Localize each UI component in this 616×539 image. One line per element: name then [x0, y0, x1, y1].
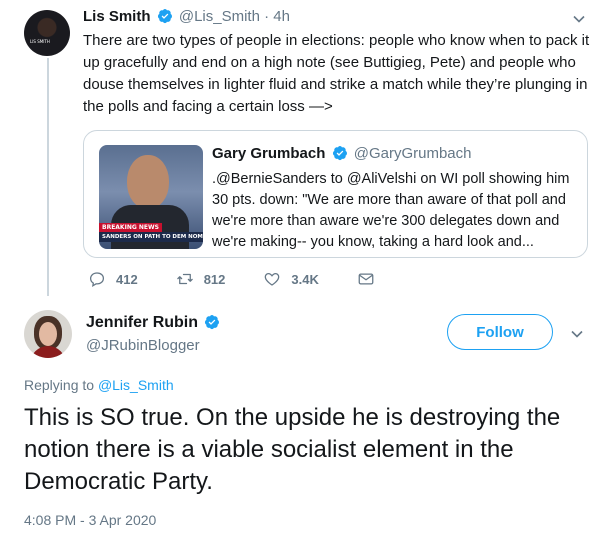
like-button[interactable]: 3.4K: [263, 270, 319, 288]
replying-to-line: Replying to @Lis_Smith: [24, 377, 174, 393]
breaking-news-label: BREAKING NEWS: [99, 223, 162, 232]
reply-icon: [89, 272, 105, 287]
tweet1-text: There are two types of people in electio…: [83, 32, 590, 115]
tweet2-handle[interactable]: @JRubinBlogger: [86, 337, 200, 354]
tweet2-author-row: Jennifer Rubin: [86, 314, 222, 332]
avatar-body: [30, 346, 66, 358]
tweet1-handle[interactable]: @Lis_Smith: [179, 8, 260, 25]
tweet2-text: This is SO true. On the upside he is des…: [24, 404, 561, 495]
replying-to-link[interactable]: @Lis_Smith: [98, 377, 174, 393]
tweet1-header: Lis Smith @Lis_Smith · 4h: [83, 8, 290, 25]
retweet-count: 812: [203, 271, 226, 287]
chevron-down-icon[interactable]: [572, 12, 586, 26]
retweet-button[interactable]: 812: [176, 270, 226, 288]
tweet2-author-name[interactable]: Jennifer Rubin: [86, 314, 198, 331]
tweet1-action-bar: 412 812 3.4K: [88, 270, 423, 288]
quoted-tweet-header: Gary Grumbach @GaryGrumbach: [212, 145, 471, 162]
verified-badge-icon: [157, 9, 172, 24]
thumbnail-face: [127, 155, 169, 209]
quoted-author-handle: @GaryGrumbach: [353, 145, 472, 162]
avatar-face: [39, 322, 57, 346]
follow-button[interactable]: Follow: [447, 314, 553, 350]
verified-badge-icon: [205, 315, 220, 330]
quoted-tweet-thumbnail: BREAKING NEWS SANDERS ON PATH TO DEM NOM: [99, 145, 203, 249]
tweet2-timestamp[interactable]: 4:08 PM - 3 Apr 2020: [24, 512, 156, 528]
chevron-down-icon[interactable]: [570, 327, 584, 341]
envelope-icon: [358, 273, 374, 285]
jennifer-rubin-avatar[interactable]: [24, 310, 72, 358]
tweet1-author-name[interactable]: Lis Smith: [83, 8, 151, 25]
direct-message-button[interactable]: [357, 270, 385, 288]
quoted-tweet-card[interactable]: BREAKING NEWS SANDERS ON PATH TO DEM NOM…: [83, 130, 588, 258]
quoted-author-name: Gary Grumbach: [212, 145, 326, 162]
verified-badge-icon: [332, 146, 347, 161]
reply-button[interactable]: 412: [88, 270, 138, 288]
reply-count: 412: [116, 271, 138, 287]
thread-connector-line: [47, 58, 49, 296]
replying-prefix: Replying to: [24, 377, 95, 393]
avatar-caption: LIS SMITH: [30, 39, 50, 44]
like-count: 3.4K: [291, 271, 319, 287]
retweet-icon: [176, 273, 193, 285]
lower-third-label: SANDERS ON PATH TO DEM NOM: [99, 232, 203, 242]
dot-separator: ·: [264, 8, 270, 25]
lis-smith-avatar[interactable]: LIS SMITH: [24, 10, 70, 56]
heart-icon: [265, 272, 280, 286]
tweet1-time[interactable]: 4h: [273, 8, 290, 25]
quoted-tweet-text: .@BernieSanders to @AliVelshi on WI poll…: [212, 171, 570, 250]
